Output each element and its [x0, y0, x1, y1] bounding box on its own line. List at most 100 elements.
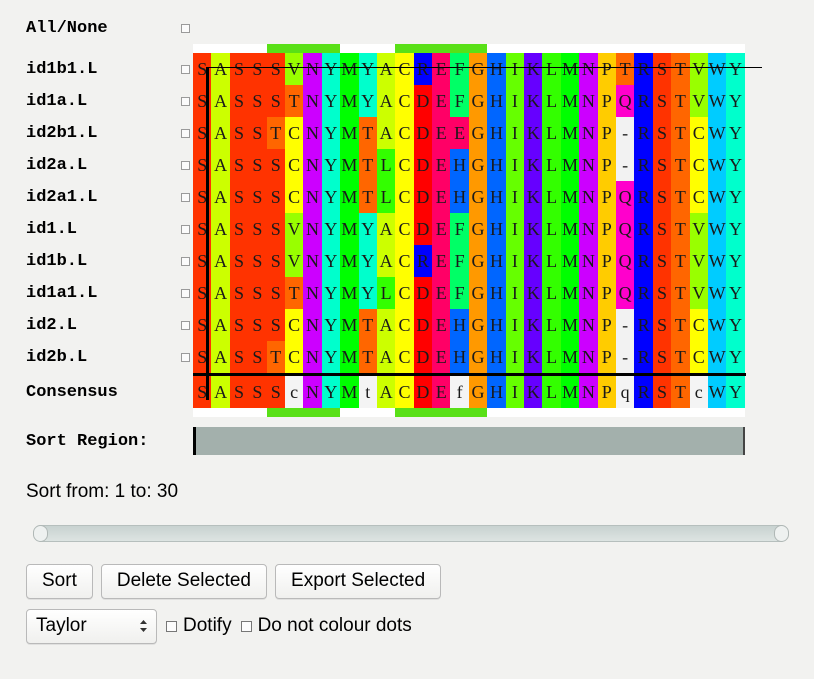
- residue-cell[interactable]: M: [340, 341, 359, 373]
- residue-cell[interactable]: N: [303, 277, 322, 309]
- residue-cell[interactable]: M: [340, 213, 359, 245]
- residue-cell[interactable]: R: [634, 117, 653, 149]
- residue-cell[interactable]: S: [193, 53, 212, 85]
- sequence-checkbox[interactable]: [181, 192, 190, 202]
- residue-cell[interactable]: E: [450, 117, 469, 149]
- residue-cell[interactable]: D: [413, 277, 433, 309]
- residue-cell[interactable]: M: [340, 181, 359, 213]
- residue-cell[interactable]: L: [542, 277, 561, 309]
- residue-cell[interactable]: H: [487, 213, 506, 245]
- residue-cell[interactable]: R: [634, 309, 653, 341]
- residue-cell[interactable]: S: [652, 341, 672, 373]
- residue-cell[interactable]: Y: [321, 309, 341, 341]
- residue-cell[interactable]: I: [505, 277, 525, 309]
- residue-cell[interactable]: A: [376, 53, 396, 85]
- residue-cell[interactable]: T: [671, 376, 690, 408]
- sequence-select-cell[interactable]: [178, 64, 193, 74]
- residue-cell[interactable]: Y: [358, 85, 377, 117]
- residue-cell[interactable]: A: [211, 245, 230, 277]
- residue-cell[interactable]: S: [229, 53, 249, 85]
- residue-cell[interactable]: S: [266, 53, 285, 85]
- residue-cell[interactable]: K: [524, 376, 543, 408]
- residue-cell[interactable]: T: [671, 117, 690, 149]
- residue-cell[interactable]: A: [376, 117, 396, 149]
- sequence-select-cell[interactable]: [178, 96, 193, 106]
- residue-cell[interactable]: Y: [726, 149, 745, 181]
- residue-cell[interactable]: T: [671, 181, 690, 213]
- all-none-checkbox-cell[interactable]: [178, 23, 193, 33]
- residue-cell[interactable]: W: [707, 277, 727, 309]
- residue-cell[interactable]: C: [395, 181, 414, 213]
- residue-cell[interactable]: L: [376, 181, 396, 213]
- residue-cell[interactable]: H: [487, 277, 506, 309]
- residue-cell[interactable]: S: [266, 85, 285, 117]
- residue-cell[interactable]: N: [303, 309, 322, 341]
- residue-cell[interactable]: E: [432, 181, 451, 213]
- residue-cell[interactable]: E: [432, 376, 451, 408]
- residue-cell[interactable]: S: [193, 181, 212, 213]
- residue-cell[interactable]: H: [450, 309, 469, 341]
- residue-cell[interactable]: S: [193, 376, 212, 408]
- residue-cell[interactable]: M: [340, 245, 359, 277]
- residue-cell[interactable]: C: [284, 341, 304, 373]
- residue-cell[interactable]: A: [376, 341, 396, 373]
- residue-cell[interactable]: Y: [321, 376, 341, 408]
- residue-cell[interactable]: K: [524, 341, 543, 373]
- residue-cell[interactable]: K: [524, 181, 543, 213]
- residue-cell[interactable]: A: [211, 53, 230, 85]
- residue-cell[interactable]: D: [413, 341, 433, 373]
- residue-cell[interactable]: c: [689, 376, 708, 408]
- residue-cell[interactable]: T: [671, 53, 690, 85]
- residue-cell[interactable]: S: [229, 117, 249, 149]
- residue-cell[interactable]: A: [376, 85, 396, 117]
- residue-cell[interactable]: R: [634, 149, 653, 181]
- all-none-checkbox[interactable]: [181, 23, 190, 33]
- residue-cell[interactable]: Y: [358, 213, 377, 245]
- residue-cell[interactable]: Y: [321, 53, 341, 85]
- residue-cell[interactable]: M: [560, 149, 580, 181]
- residue-cell[interactable]: C: [395, 245, 414, 277]
- residue-cell[interactable]: W: [707, 309, 727, 341]
- residue-cell[interactable]: S: [248, 181, 267, 213]
- residue-cell[interactable]: S: [652, 277, 672, 309]
- residue-cell[interactable]: Q: [615, 85, 635, 117]
- residue-cell[interactable]: C: [395, 376, 414, 408]
- residue-cell[interactable]: C: [395, 53, 414, 85]
- residue-cell[interactable]: L: [542, 53, 561, 85]
- sequence-checkbox[interactable]: [181, 96, 190, 106]
- residue-cell[interactable]: C: [395, 117, 414, 149]
- residue-cell[interactable]: K: [524, 309, 543, 341]
- residue-cell[interactable]: Y: [726, 341, 745, 373]
- residue-cell[interactable]: N: [579, 85, 598, 117]
- residue-cell[interactable]: E: [432, 213, 451, 245]
- residue-cell[interactable]: -: [615, 117, 635, 149]
- residue-cell[interactable]: G: [468, 53, 488, 85]
- residue-cell[interactable]: L: [542, 85, 561, 117]
- residue-cell[interactable]: D: [413, 149, 433, 181]
- sequence-checkbox[interactable]: [181, 160, 190, 170]
- residue-cell[interactable]: K: [524, 53, 543, 85]
- residue-cell[interactable]: W: [707, 53, 727, 85]
- sequence-select-cell[interactable]: [178, 288, 193, 298]
- residue-cell[interactable]: F: [450, 277, 469, 309]
- residue-cell[interactable]: H: [487, 85, 506, 117]
- residue-cell[interactable]: Q: [615, 245, 635, 277]
- residue-cell[interactable]: L: [376, 149, 396, 181]
- residue-cell[interactable]: E: [432, 149, 451, 181]
- residue-cell[interactable]: G: [468, 277, 488, 309]
- residue-cell[interactable]: R: [634, 213, 653, 245]
- sequence-select-cell[interactable]: [178, 192, 193, 202]
- residue-cell[interactable]: D: [413, 213, 433, 245]
- residue-cell[interactable]: R: [634, 277, 653, 309]
- residue-cell[interactable]: E: [432, 245, 451, 277]
- residue-cell[interactable]: T: [671, 85, 690, 117]
- residue-cell[interactable]: M: [560, 277, 580, 309]
- residue-cell[interactable]: T: [358, 181, 377, 213]
- residue-cell[interactable]: Q: [615, 181, 635, 213]
- residue-cell[interactable]: Y: [321, 85, 341, 117]
- residue-cell[interactable]: A: [376, 376, 396, 408]
- residue-cell[interactable]: M: [340, 149, 359, 181]
- residue-cell[interactable]: C: [395, 309, 414, 341]
- sequence-select-cell[interactable]: [178, 320, 193, 330]
- residue-cell[interactable]: K: [524, 213, 543, 245]
